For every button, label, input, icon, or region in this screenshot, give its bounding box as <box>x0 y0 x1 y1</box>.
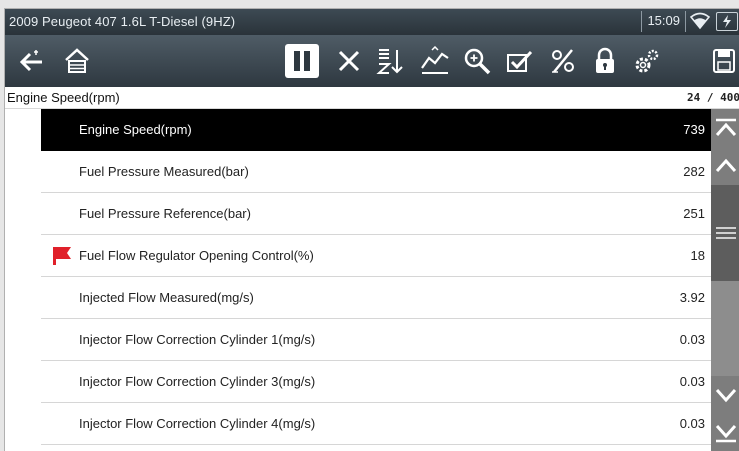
table-row[interactable]: Injected Flow Measured(mg/s) 3.92 <box>41 277 711 319</box>
zoom-button[interactable] <box>459 43 495 79</box>
parameter-value: 3.92 <box>679 290 705 305</box>
graph-icon <box>421 46 449 74</box>
clock: 15:09 <box>641 11 686 32</box>
parameter-value: 18 <box>690 248 705 263</box>
scroll-thumb[interactable] <box>711 185 739 281</box>
parameter-name: Injector Flow Correction Cylinder 4(mg/s… <box>79 416 316 431</box>
parameter-name: Injected Flow Measured(mg/s) <box>79 290 254 305</box>
lock-button[interactable] <box>587 43 623 79</box>
parameter-value: 282 <box>683 164 705 179</box>
parameter-name: Fuel Pressure Reference(bar) <box>79 206 251 221</box>
scroll-top-button[interactable] <box>711 109 739 147</box>
save-button[interactable] <box>709 43 739 79</box>
chevron-up-icon <box>715 158 736 173</box>
parameter-name: Injector Flow Correction Cylinder 3(mg/s… <box>79 374 316 389</box>
selected-parameter-label: Engine Speed(rpm) <box>7 90 120 105</box>
screen-frame: 2009 Peugeot 407 1.6L T-Diesel (9HZ) 15:… <box>0 0 739 451</box>
parameter-name: Fuel Flow Regulator Opening Control(%) <box>79 248 314 263</box>
parameter-count: 24 / 400 <box>687 91 739 104</box>
back-icon <box>19 50 42 72</box>
parameter-value: 0.03 <box>679 416 705 431</box>
table-row[interactable]: Engine Speed(rpm) 739 <box>41 109 711 151</box>
parameter-name: Engine Speed(rpm) <box>79 122 192 137</box>
scan-tool-screen: 2009 Peugeot 407 1.6L T-Diesel (9HZ) 15:… <box>4 8 739 451</box>
percent-icon <box>552 49 574 73</box>
table-row[interactable]: Injector Flow Correction Cylinder 4(mg/s… <box>41 403 711 445</box>
table-row[interactable]: Fuel Pressure Reference(bar) 251 <box>41 193 711 235</box>
zoom-icon <box>464 48 491 75</box>
battery-icon <box>716 12 738 31</box>
table-row[interactable]: Injector Flow Correction Cylinder 1(mg/s… <box>41 319 711 361</box>
settings-button[interactable] <box>629 43 665 79</box>
close-icon <box>338 50 360 72</box>
table-row[interactable]: Fuel Flow Regulator Opening Control(%) 1… <box>41 235 711 277</box>
save-icon <box>713 49 735 73</box>
chevron-down-icon <box>715 388 736 403</box>
wifi-icon <box>689 12 711 30</box>
lock-icon <box>596 47 614 73</box>
scroll-down-button[interactable] <box>711 376 739 414</box>
scroll-up-button[interactable] <box>711 147 739 185</box>
percent-button[interactable] <box>545 43 581 79</box>
parameter-value: 251 <box>683 206 705 221</box>
table-row[interactable]: Injector Flow Correction Cylinder 3(mg/s… <box>41 361 711 403</box>
double-chevron-down-icon <box>715 424 736 443</box>
status-bar: 2009 Peugeot 407 1.6L T-Diesel (9HZ) 15:… <box>5 9 739 35</box>
sort-button[interactable] <box>373 43 409 79</box>
data-list-header: Engine Speed(rpm) 24 / 400 <box>5 87 739 109</box>
home-button[interactable] <box>59 43 95 79</box>
parameter-value: 0.03 <box>679 332 705 347</box>
parameter-value: 739 <box>683 122 705 137</box>
toolbar <box>5 35 739 87</box>
select-button[interactable] <box>501 43 537 79</box>
home-icon <box>65 48 89 73</box>
pause-icon <box>294 51 310 71</box>
check-icon <box>507 50 533 72</box>
parameter-list: Engine Speed(rpm) 739 Fuel Pressure Meas… <box>41 109 711 451</box>
double-chevron-up-icon <box>715 118 736 137</box>
table-row[interactable]: Fuel Pressure Measured(bar) 282 <box>41 151 711 193</box>
clear-button[interactable] <box>331 43 367 79</box>
settings-icon <box>635 49 659 73</box>
parameter-name: Injector Flow Correction Cylinder 1(mg/s… <box>79 332 316 347</box>
grip-icon <box>715 227 736 239</box>
back-button[interactable] <box>13 43 49 79</box>
graph-button[interactable] <box>417 43 453 79</box>
flag-icon <box>51 246 73 266</box>
vehicle-title: 2009 Peugeot 407 1.6L T-Diesel (9HZ) <box>9 14 236 29</box>
scroll-bottom-button[interactable] <box>711 414 739 451</box>
parameter-value: 0.03 <box>679 374 705 389</box>
parameter-name: Fuel Pressure Measured(bar) <box>79 164 249 179</box>
pause-button[interactable] <box>285 44 319 78</box>
scrollbar[interactable] <box>711 109 739 451</box>
sort-icon <box>376 49 403 74</box>
